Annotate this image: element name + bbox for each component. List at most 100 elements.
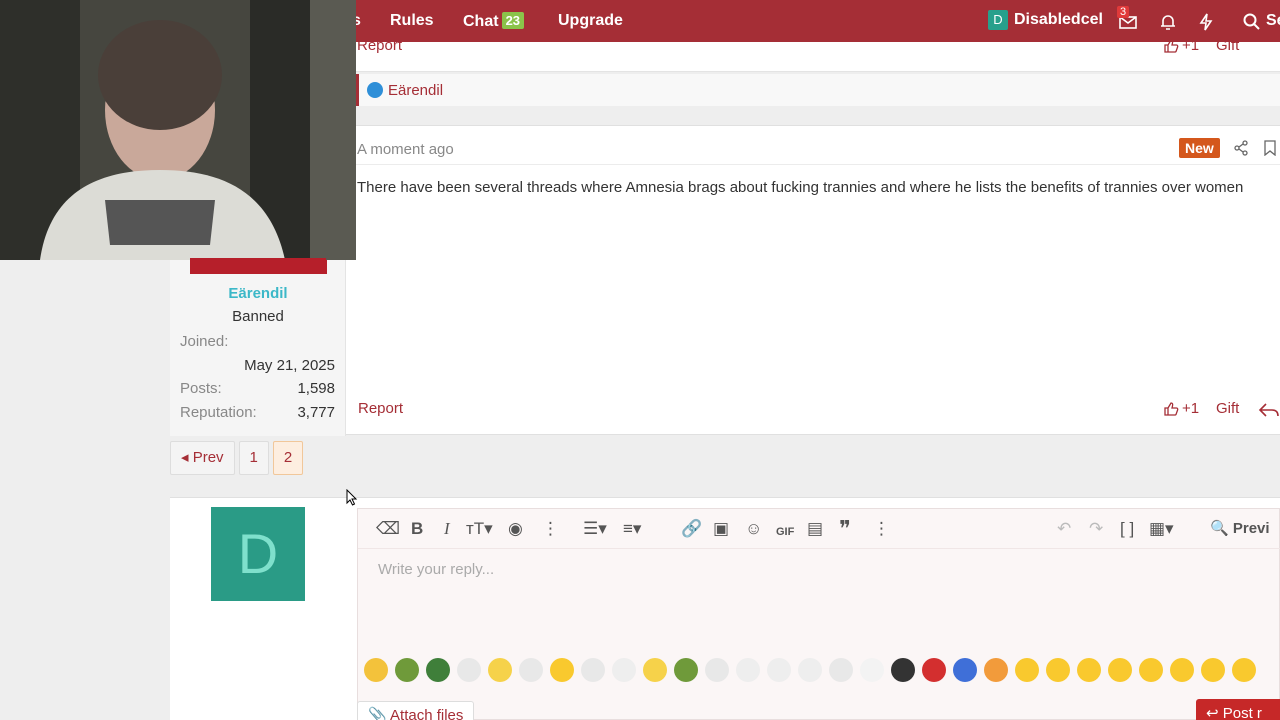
smilie-icon[interactable] — [767, 658, 791, 682]
gift-link[interactable]: Gift — [1216, 37, 1239, 54]
smilie-icon[interactable] — [1077, 658, 1101, 682]
attach-label: Attach files — [390, 707, 464, 720]
list-icon[interactable]: ☰▾ — [583, 520, 607, 538]
smilies-bar — [364, 658, 1256, 684]
font-size-icon[interactable]: тT▾ — [466, 520, 493, 538]
smilie-icon[interactable] — [829, 658, 853, 682]
reputation-value: 3,777 — [297, 404, 335, 421]
smilie-icon[interactable] — [1015, 658, 1039, 682]
gif-icon[interactable]: GIF — [776, 523, 794, 541]
webcam-overlay — [0, 0, 356, 260]
search-icon[interactable] — [1242, 12, 1262, 32]
like-count: +1 — [1182, 400, 1200, 417]
like-button[interactable]: +1 — [1163, 37, 1199, 54]
smilie-icon[interactable] — [643, 658, 667, 682]
smilie-icon[interactable] — [1139, 658, 1163, 682]
smilie-icon[interactable] — [426, 658, 450, 682]
bold-icon[interactable]: B — [411, 520, 423, 538]
page-1-link[interactable]: 1 — [238, 441, 269, 475]
link-icon[interactable]: 🔗 — [681, 520, 702, 538]
reputation-label: Reputation: — [180, 404, 257, 421]
reply-avatar: D — [211, 507, 305, 601]
smilie-icon[interactable] — [550, 658, 574, 682]
webcam-feed — [0, 0, 356, 260]
smilie-icon[interactable] — [1170, 658, 1194, 682]
preview-label: Previ — [1232, 520, 1270, 537]
posts-label: Posts: — [180, 380, 222, 397]
italic-icon[interactable]: I — [444, 520, 450, 538]
previous-post-footer — [346, 42, 1280, 72]
joined-value: May 21, 2025 — [244, 357, 335, 374]
smilie-icon[interactable] — [1201, 658, 1225, 682]
nav-rules[interactable]: Rules — [390, 12, 434, 30]
post-reply-button[interactable]: ↩ Post r — [1196, 699, 1280, 720]
more-icon-2[interactable]: ⋮ — [873, 520, 890, 538]
drafts-icon[interactable]: ▦▾ — [1149, 520, 1174, 538]
smilie-icon[interactable] — [1046, 658, 1070, 682]
mouse-cursor-icon — [346, 489, 358, 506]
smilie-icon[interactable] — [798, 658, 822, 682]
smilie-icon[interactable] — [736, 658, 760, 682]
media-icon[interactable]: ▤ — [807, 520, 823, 538]
smilie-icon[interactable] — [1108, 658, 1132, 682]
user-menu[interactable]: D Disabledcel — [988, 10, 1103, 30]
smilie-icon[interactable] — [612, 658, 636, 682]
eraser-icon[interactable]: ⌫ — [376, 520, 400, 538]
smilie-icon[interactable] — [860, 658, 884, 682]
new-badge: New — [1179, 138, 1220, 158]
image-icon[interactable]: ▣ — [713, 520, 729, 538]
align-icon[interactable]: ≡▾ — [623, 520, 641, 538]
smilie-icon[interactable] — [395, 658, 419, 682]
smilie-icon[interactable] — [922, 658, 946, 682]
reply-editor[interactable]: ⌫ B I тT▾ ◉ ⋮ ☰▾ ≡▾ 🔗 ▣ ☺ GIF ▤ ❞ ⋮ ↶ ↷ … — [357, 508, 1280, 720]
smilie-icon[interactable] — [519, 658, 543, 682]
smilie-icon[interactable] — [953, 658, 977, 682]
smiley-icon[interactable]: ☺ — [745, 520, 762, 538]
pagination: ◂ Prev 1 2 — [170, 441, 304, 475]
reply-arrow-icon[interactable] — [1258, 402, 1280, 418]
smilie-icon[interactable] — [984, 658, 1008, 682]
bolt-icon[interactable] — [1196, 12, 1216, 32]
page-2-current[interactable]: 2 — [272, 441, 304, 475]
smilie-icon[interactable] — [1232, 658, 1256, 682]
bbcode-icon[interactable]: [ ] — [1120, 520, 1134, 538]
chat-count-badge: 23 — [501, 12, 525, 29]
palette-icon[interactable]: ◉ — [508, 520, 523, 538]
bell-icon[interactable] — [1158, 12, 1178, 32]
nav-chat-label: Chat — [463, 13, 499, 30]
smilie-icon[interactable] — [457, 658, 481, 682]
smilie-icon[interactable] — [488, 658, 512, 682]
editor-toolbar: ⌫ B I тT▾ ◉ ⋮ ☰▾ ≡▾ 🔗 ▣ ☺ GIF ▤ ❞ ⋮ ↶ ↷ … — [358, 509, 1280, 549]
smilie-icon[interactable] — [674, 658, 698, 682]
search-label[interactable]: Se — [1266, 12, 1280, 30]
preview-button[interactable]: 🔍 Previ — [1210, 520, 1270, 538]
post-time[interactable]: A moment ago — [357, 141, 454, 158]
like-button[interactable]: +1 — [1163, 400, 1199, 417]
nav-upgrade[interactable]: Upgrade — [558, 12, 623, 30]
share-icon[interactable] — [1233, 140, 1249, 156]
report-link[interactable]: Report — [358, 400, 403, 417]
report-link[interactable]: Report — [357, 37, 402, 54]
divider — [347, 164, 1280, 165]
quote-icon[interactable]: ❞ — [839, 518, 851, 540]
post-author-name[interactable]: Eärendil — [170, 285, 346, 302]
bookmark-icon[interactable] — [1263, 140, 1277, 156]
smilie-icon[interactable] — [891, 658, 915, 682]
gift-link[interactable]: Gift — [1216, 400, 1239, 417]
like-reaction-icon — [367, 82, 383, 98]
reply-input[interactable]: Write your reply... — [378, 561, 494, 578]
undo-icon[interactable]: ↶ — [1057, 520, 1071, 538]
more-icon[interactable]: ⋮ — [542, 520, 559, 538]
reaction-user[interactable]: Eärendil — [388, 82, 443, 99]
user-avatar: D — [988, 10, 1008, 30]
redo-icon[interactable]: ↷ — [1089, 520, 1103, 538]
smilie-icon[interactable] — [705, 658, 729, 682]
smilie-icon[interactable] — [581, 658, 605, 682]
username: Disabledcel — [1014, 11, 1103, 28]
inbox-count-badge: 3 — [1117, 6, 1130, 18]
smilie-icon[interactable] — [364, 658, 388, 682]
nav-chat[interactable]: Chat 23 — [463, 12, 525, 31]
joined-label: Joined: — [180, 333, 229, 350]
attach-files-button[interactable]: 📎 Attach files — [357, 701, 475, 720]
prev-page-button[interactable]: ◂ Prev — [170, 441, 235, 475]
